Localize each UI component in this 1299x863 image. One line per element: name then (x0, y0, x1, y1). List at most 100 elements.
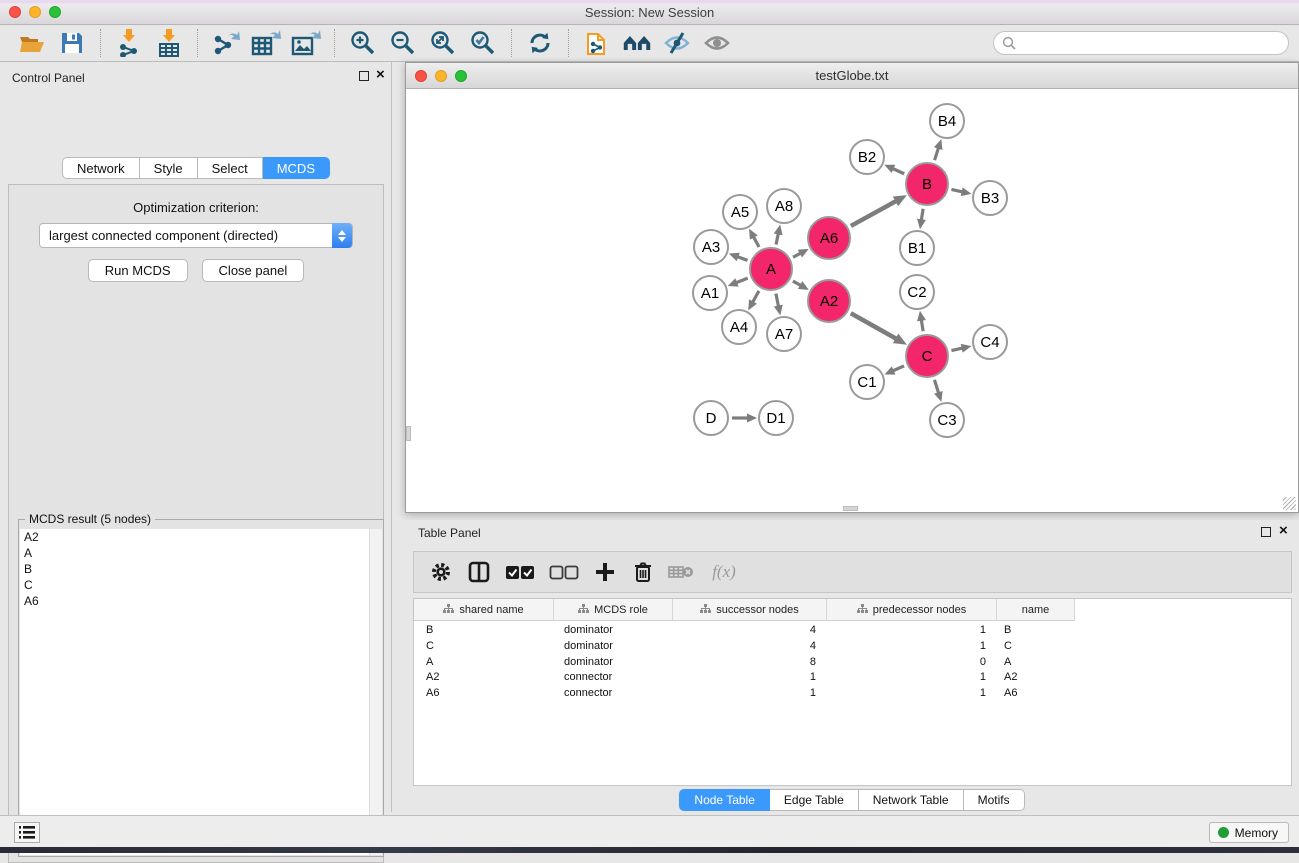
column-header-MCDS-role[interactable]: MCDS role (554, 599, 673, 621)
delete-table-button[interactable] (668, 559, 694, 585)
delete-columns-button[interactable] (630, 559, 656, 585)
graph-node-C3[interactable]: C3 (929, 402, 965, 438)
graph-node-C4[interactable]: C4 (972, 324, 1008, 360)
select-all-button[interactable] (504, 559, 536, 585)
graph-node-B1[interactable]: B1 (899, 230, 935, 266)
task-history-button[interactable] (14, 822, 40, 843)
result-list-item[interactable]: A6 (20, 593, 370, 609)
document-network-icon (584, 29, 610, 57)
graph-node-B2[interactable]: B2 (849, 139, 885, 175)
memory-button[interactable]: Memory (1209, 822, 1289, 843)
graph-node-B3[interactable]: B3 (972, 180, 1008, 216)
tab-mcds[interactable]: MCDS (263, 157, 330, 179)
float-panel-icon[interactable] (359, 71, 369, 81)
desktop-background-strip (0, 847, 1299, 853)
open-folder-icon (18, 31, 46, 55)
graph-node-D1[interactable]: D1 (758, 400, 794, 436)
table-row[interactable]: A6connector11A6 (414, 686, 1075, 702)
graph-node-C[interactable]: C (905, 334, 949, 378)
hide-selected-button[interactable] (662, 28, 692, 58)
table-settings-button[interactable] (428, 559, 454, 585)
run-mcds-button[interactable]: Run MCDS (88, 259, 188, 282)
import-network-button[interactable] (114, 28, 144, 58)
result-list-item[interactable]: B (20, 561, 370, 577)
graph-node-C1[interactable]: C1 (849, 364, 885, 400)
apply-layout-button[interactable] (525, 28, 555, 58)
column-header-name[interactable]: name (997, 599, 1075, 621)
tab-edge-table[interactable]: Edge Table (770, 789, 859, 811)
result-list-scrollbar[interactable] (369, 529, 382, 855)
table-row[interactable]: A2connector11A2 (414, 670, 1075, 686)
graph-node-C2[interactable]: C2 (899, 274, 935, 310)
close-panel-button[interactable]: Close panel (202, 259, 305, 282)
export-table-button[interactable] (251, 28, 281, 58)
add-column-button[interactable] (592, 559, 618, 585)
result-list-item[interactable]: C (20, 577, 370, 593)
fit-content-button[interactable] (428, 28, 458, 58)
first-neighbors-button[interactable] (622, 28, 652, 58)
graph-node-A1[interactable]: A1 (692, 275, 728, 311)
table-float-icon[interactable] (1261, 527, 1271, 537)
result-list-item[interactable]: A (20, 545, 370, 561)
tab-network-table[interactable]: Network Table (859, 789, 964, 811)
column-header-successor-nodes[interactable]: successor nodes (673, 599, 827, 621)
open-session-button[interactable] (17, 28, 47, 58)
mcds-result-group: MCDS result (5 nodes) A2ABCA6 (18, 519, 384, 857)
toolbar-separator (197, 29, 198, 57)
window-resize-grip[interactable] (1283, 497, 1296, 510)
graph-node-A8[interactable]: A8 (766, 188, 802, 224)
new-network-from-selection-button[interactable] (582, 28, 612, 58)
import-table-icon (156, 29, 182, 57)
criterion-select[interactable]: largest connected component (directed) (39, 223, 353, 248)
close-panel-icon[interactable]: × (376, 66, 385, 84)
graph-node-A4[interactable]: A4 (721, 309, 757, 345)
export-image-button[interactable] (291, 28, 321, 58)
bottom-splitter-handle[interactable] (843, 506, 858, 511)
zoom-out-button[interactable] (388, 28, 418, 58)
table-close-icon[interactable]: × (1279, 522, 1288, 540)
graph-node-A5[interactable]: A5 (722, 194, 758, 230)
graph-node-A6[interactable]: A6 (807, 216, 851, 260)
trash-icon (633, 561, 653, 583)
network-canvas[interactable]: B4 B2 B B3 A5A8A6 A3 B1 A A1 C2 A2 A4A7 C4 C C1 C3 D D1 (406, 89, 1298, 512)
zoom-in-button[interactable] (348, 28, 378, 58)
network-window-titlebar: testGlobe.txt (406, 63, 1298, 89)
result-list-item[interactable]: A2 (20, 529, 370, 545)
graph-node-A[interactable]: A (749, 247, 793, 291)
table-row[interactable]: Cdominator41C (414, 639, 1075, 655)
graph-node-D[interactable]: D (693, 400, 729, 436)
table-row[interactable]: Adominator80A (414, 655, 1075, 671)
save-session-button[interactable] (57, 28, 87, 58)
tab-network[interactable]: Network (62, 157, 140, 179)
attribute-icon (443, 604, 454, 617)
graph-node-B[interactable]: B (905, 162, 949, 206)
tab-select[interactable]: Select (198, 157, 263, 179)
export-network-button[interactable] (211, 28, 241, 58)
zoom-selected-button[interactable] (468, 28, 498, 58)
plus-icon (595, 562, 615, 582)
table-row[interactable]: Bdominator41B (414, 623, 1075, 639)
graph-node-A2[interactable]: A2 (807, 279, 851, 323)
memory-status-icon (1218, 827, 1229, 838)
split-panel-button[interactable] (466, 559, 492, 585)
tab-style[interactable]: Style (140, 157, 198, 179)
graph-node-A7[interactable]: A7 (766, 316, 802, 352)
import-table-button[interactable] (154, 28, 184, 58)
column-header-predecessor-nodes[interactable]: predecessor nodes (827, 599, 997, 621)
column-header-shared-name[interactable]: shared name (414, 599, 554, 621)
eye-icon (703, 31, 731, 55)
search-input[interactable] (993, 31, 1289, 55)
list-icon (19, 826, 35, 839)
graph-node-B4[interactable]: B4 (929, 103, 965, 139)
attribute-icon (857, 604, 868, 617)
left-splitter-handle[interactable] (406, 426, 411, 441)
zoom-in-icon (350, 30, 376, 56)
tab-motifs[interactable]: Motifs (964, 789, 1025, 811)
function-icon: f(x) (712, 562, 736, 582)
show-all-button[interactable] (702, 28, 732, 58)
apply-function-button[interactable]: f(x) (706, 559, 742, 585)
graph-node-A3[interactable]: A3 (693, 229, 729, 265)
control-panel: Control Panel × NetworkStyleSelectMCDS O… (0, 62, 392, 812)
deselect-all-button[interactable] (548, 559, 580, 585)
tab-node-table[interactable]: Node Table (679, 789, 770, 811)
